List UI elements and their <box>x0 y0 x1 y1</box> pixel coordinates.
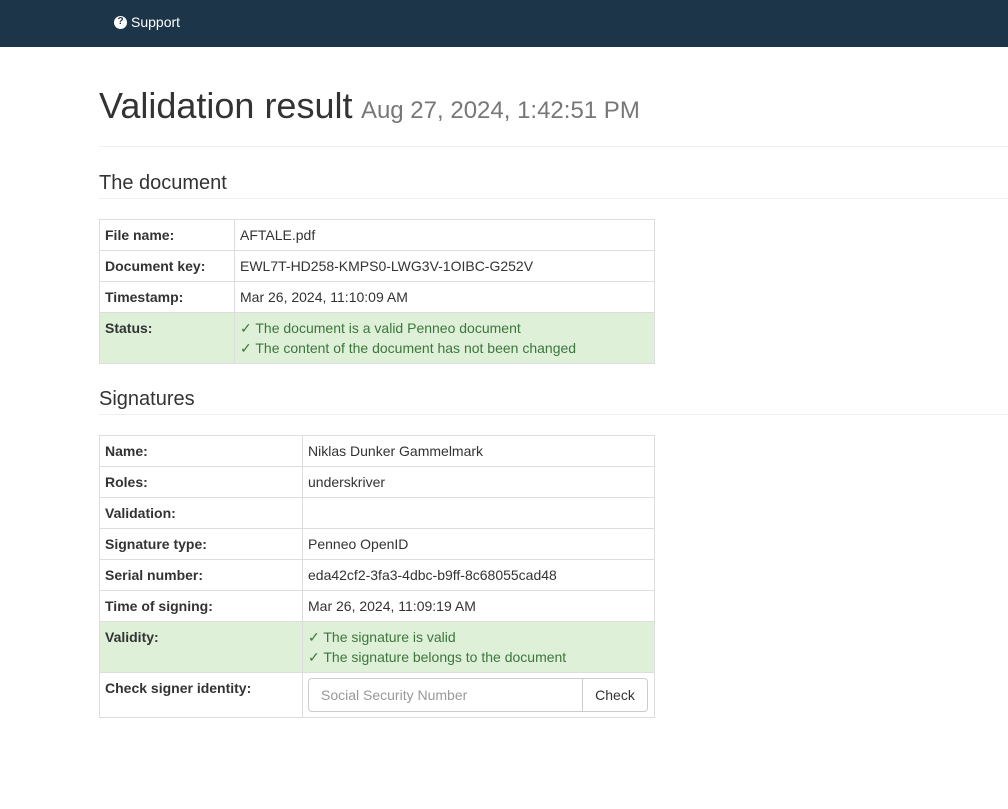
status-value: ✓ The document is a valid Penneo documen… <box>234 312 655 364</box>
table-row: Serial number: eda42cf2-3fa3-4dbc-b9ff-8… <box>99 559 655 591</box>
top-navbar: ? Support <box>0 0 1008 47</box>
timestamp-label: Timestamp: <box>99 281 235 313</box>
time-of-signing-value: Mar 26, 2024, 11:09:19 AM <box>302 590 655 622</box>
ssn-input-group: Check <box>308 678 648 712</box>
status-row: Status: ✓ The document is a valid Penneo… <box>99 312 655 364</box>
validation-value <box>302 497 655 529</box>
file-name-label: File name: <box>99 219 235 251</box>
validity-line-valid: ✓ The signature is valid <box>308 629 456 645</box>
signature-type-label: Signature type: <box>99 528 303 560</box>
page-title: Validation result <box>99 85 353 126</box>
serial-number-value: eda42cf2-3fa3-4dbc-b9ff-8c68055cad48 <box>302 559 655 591</box>
signer-name-label: Name: <box>99 435 303 467</box>
table-row: Timestamp: Mar 26, 2024, 11:10:09 AM <box>99 281 655 313</box>
page-header: Validation result Aug 27, 2024, 1:42:51 … <box>99 84 1008 147</box>
table-row: Name: Niklas Dunker Gammelmark <box>99 435 655 467</box>
table-row: Time of signing: Mar 26, 2024, 11:09:19 … <box>99 590 655 622</box>
validity-value: ✓ The signature is valid ✓ The signature… <box>302 621 655 673</box>
roles-label: Roles: <box>99 466 303 498</box>
status-line-unchanged: ✓ The content of the document has not be… <box>240 340 577 356</box>
table-row: Document key: EWL7T-HD258-KMPS0-LWG3V-1O… <box>99 250 655 282</box>
signatures-section-title: Signatures <box>99 387 1008 415</box>
file-name-value: AFTALE.pdf <box>234 219 655 251</box>
status-line-valid: ✓ The document is a valid Penneo documen… <box>240 320 521 336</box>
table-row: Validation: <box>99 497 655 529</box>
ssn-input[interactable] <box>308 678 582 712</box>
signer-name-value: Niklas Dunker Gammelmark <box>302 435 655 467</box>
check-identity-cell: Check <box>302 672 655 718</box>
validity-line-belongs: ✓ The signature belongs to the document <box>308 649 567 665</box>
validity-label: Validity: <box>99 621 303 673</box>
table-row: Signature type: Penneo OpenID <box>99 528 655 560</box>
check-identity-label: Check signer identity: <box>99 672 303 718</box>
question-circle-icon: ? <box>114 15 127 29</box>
document-section-title: The document <box>99 171 1008 199</box>
signature-type-value: Penneo OpenID <box>302 528 655 560</box>
support-link[interactable]: ? Support <box>114 12 180 32</box>
table-row: Roles: underskriver <box>99 466 655 498</box>
document-key-label: Document key: <box>99 250 235 282</box>
time-of-signing-label: Time of signing: <box>99 590 303 622</box>
timestamp-value: Mar 26, 2024, 11:10:09 AM <box>234 281 655 313</box>
roles-value: underskriver <box>302 466 655 498</box>
document-table: File name: AFTALE.pdf Document key: EWL7… <box>99 219 655 364</box>
table-row: File name: AFTALE.pdf <box>99 219 655 251</box>
serial-number-label: Serial number: <box>99 559 303 591</box>
validation-label: Validation: <box>99 497 303 529</box>
signature-table: Name: Niklas Dunker Gammelmark Roles: un… <box>99 435 655 718</box>
validation-timestamp: Aug 27, 2024, 1:42:51 PM <box>360 97 640 124</box>
check-button[interactable]: Check <box>582 678 648 712</box>
status-label: Status: <box>99 312 235 364</box>
document-key-value: EWL7T-HD258-KMPS0-LWG3V-1OIBC-G252V <box>234 250 655 282</box>
validity-row: Validity: ✓ The signature is valid ✓ The… <box>99 621 655 673</box>
support-label: Support <box>131 14 181 30</box>
identity-row: Check signer identity: Check <box>99 672 655 718</box>
